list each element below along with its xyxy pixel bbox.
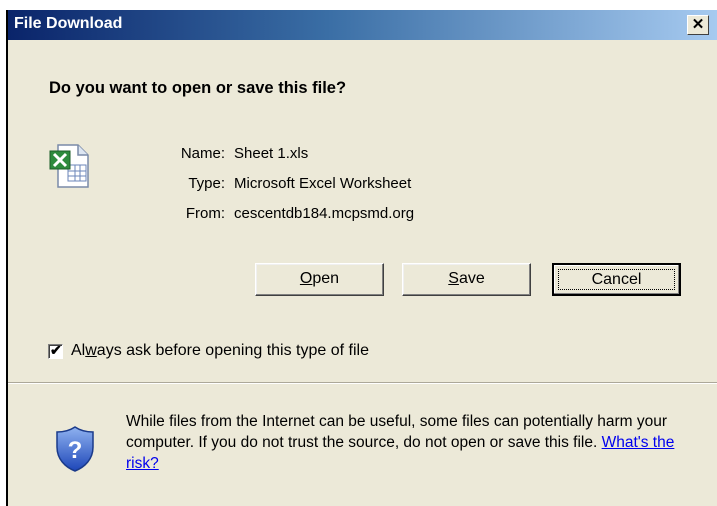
always-ask-label[interactable]: Always ask before opening this type of f… (71, 342, 369, 360)
open-button-label: Open (299, 270, 340, 287)
save-button-label: Save (448, 270, 485, 287)
always-ask-checkbox[interactable]: ✔ (48, 342, 63, 359)
warning-text: While files from the Internet can be use… (126, 413, 668, 451)
shield-question-icon: ? (56, 426, 94, 472)
save-button[interactable]: Save (402, 263, 531, 296)
from-value: cescentdb184.mcpsmd.org (234, 205, 415, 222)
open-button[interactable]: Open (255, 263, 384, 296)
cancel-button-label: Cancel (591, 271, 642, 288)
type-label: Type: (188, 175, 225, 192)
name-label: Name: (180, 145, 225, 162)
separator (8, 382, 717, 384)
from-label: From: (185, 205, 225, 222)
type-value: Microsoft Excel Worksheet (234, 175, 412, 192)
file-download-dialog: File Download ✕ Do you want to open or s… (6, 10, 717, 506)
window-title: File Download (14, 15, 123, 32)
check-mark-icon: ✔ (50, 342, 62, 358)
cancel-button[interactable]: Cancel (552, 263, 681, 296)
title-bar[interactable]: File Download ✕ (8, 10, 717, 40)
security-warning: While files from the Internet can be use… (126, 411, 706, 474)
dialog-question: Do you want to open or save this file? (49, 79, 347, 97)
close-button[interactable]: ✕ (687, 15, 709, 35)
name-value: Sheet 1.xls (234, 145, 309, 162)
svg-text:?: ? (68, 437, 83, 464)
